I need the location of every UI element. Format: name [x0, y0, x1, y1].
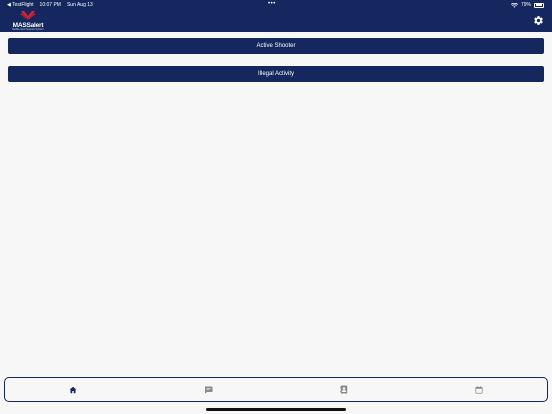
message-icon — [204, 386, 213, 394]
battery-percent: 79% — [520, 2, 531, 8]
home-icon — [69, 386, 76, 393]
gear-icon[interactable] — [533, 15, 544, 26]
wifi-icon — [510, 2, 518, 8]
back-to-app-link[interactable]: ◀ TestFlight — [7, 2, 34, 8]
battery-icon — [534, 2, 544, 8]
tab-calendar[interactable] — [412, 378, 548, 401]
active-shooter-label: Active Shooter — [256, 43, 296, 49]
status-date: Sun Aug 13 — [66, 2, 93, 8]
app-header: ◀ TestFlight 10:07 PM Sun Aug 13 ••• 79%… — [0, 0, 552, 32]
battery-level — [535, 4, 542, 7]
tab-contacts[interactable] — [276, 378, 412, 401]
bottom-tab-bar — [4, 377, 548, 402]
app-logo: MASSalert Mobile Alert Support System — [8, 10, 48, 31]
illegal-activity-label: Illegal Activity — [257, 71, 294, 77]
contacts-icon — [339, 385, 347, 394]
logo-subtitle: Mobile Alert Support System — [12, 28, 44, 31]
multitask-dots[interactable]: ••• — [268, 1, 276, 7]
calendar-icon — [475, 385, 483, 394]
logo-wings-icon — [20, 11, 36, 20]
home-indicator[interactable] — [206, 408, 346, 411]
status-bar: ◀ TestFlight 10:07 PM Sun Aug 13 ••• 79% — [0, 0, 552, 10]
illegal-activity-button[interactable]: Illegal Activity — [8, 66, 544, 82]
tab-home[interactable] — [5, 378, 141, 401]
tab-messages[interactable] — [141, 378, 277, 401]
status-time: 10:07 PM — [39, 2, 61, 8]
active-shooter-button[interactable]: Active Shooter — [8, 38, 544, 54]
